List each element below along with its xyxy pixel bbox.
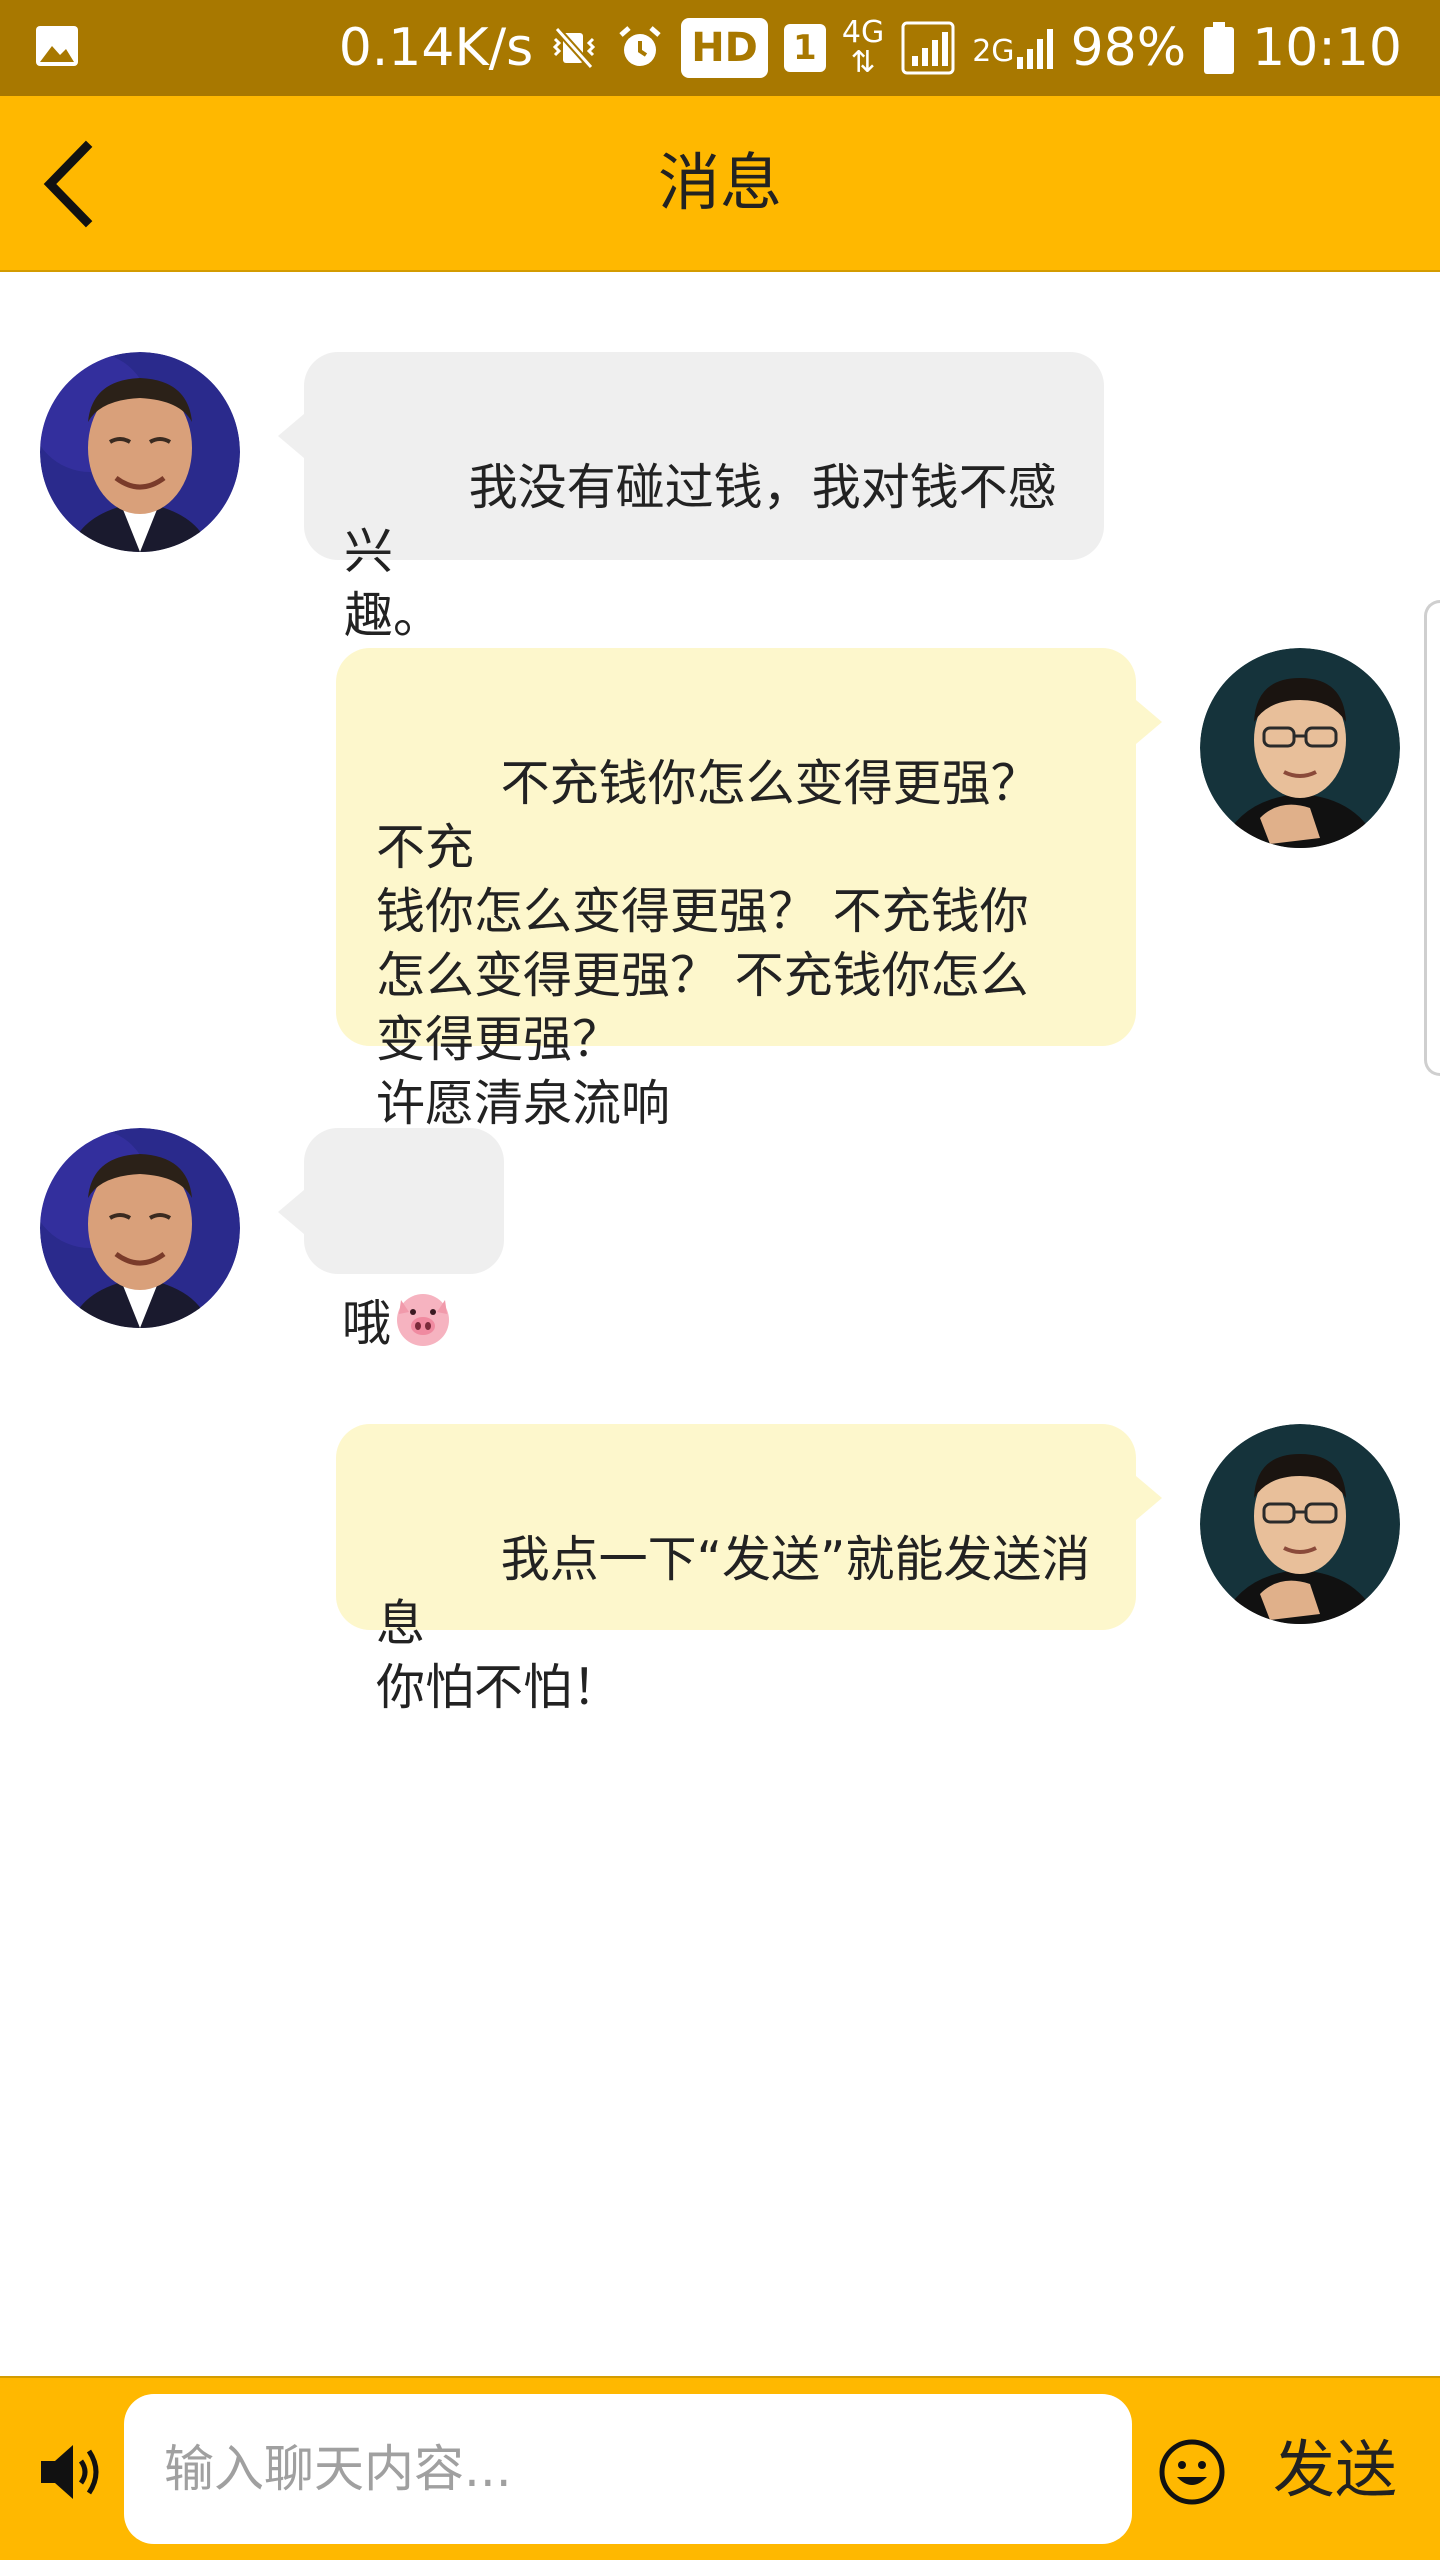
vibrate-off-icon <box>549 23 599 73</box>
scroll-indicator[interactable] <box>1424 600 1440 1076</box>
signal-icon <box>900 20 956 76</box>
message-bubble-outgoing[interactable]: 不充钱你怎么变得更强？ 不充 钱你怎么变得更强？ 不充钱你 怎么变得更强？ 不充… <box>336 648 1162 1132</box>
message-bubble-outgoing[interactable]: 我点一下“发送”就能发送消息 你怕不怕！ <box>336 1424 1162 1716</box>
app-bar: 消息 <box>0 96 1440 272</box>
pig-face-icon <box>397 1294 450 1346</box>
network-speed: 0.14K/s <box>338 18 534 78</box>
message-text: 我没有碰过钱，我对钱不感兴 趣。 <box>344 459 1057 644</box>
message-bubble-incoming[interactable]: 我没有碰过钱，我对钱不感兴 趣。 <box>278 352 1104 644</box>
battery-percent: 98% <box>1070 18 1187 78</box>
message-text: 我点一下“发送”就能发送消息 你怕不怕！ <box>376 1531 1091 1716</box>
emoji-button[interactable] <box>1152 2432 1232 2512</box>
data-4g-indicator: 4G ⇅ <box>842 18 884 78</box>
sim-badge: 1 <box>783 24 826 72</box>
chat-screen: 0.14K/s HD 1 4G ⇅ 2G 98% 10:10 消息 我没有碰过钱… <box>0 0 1440 2560</box>
page-title: 消息 <box>657 146 782 219</box>
self-avatar[interactable] <box>1200 1424 1400 1624</box>
contact-avatar[interactable] <box>40 352 240 552</box>
self-avatar[interactable] <box>1200 648 1400 848</box>
input-bar: 发送 <box>0 2376 1440 2560</box>
status-bar: 0.14K/s HD 1 4G ⇅ 2G 98% 10:10 <box>0 0 1440 96</box>
gallery-icon <box>36 26 78 66</box>
network-4g-label: 4G <box>841 15 885 50</box>
network-2g-label: 2G <box>972 34 1015 69</box>
battery-icon <box>1202 20 1236 76</box>
data-arrows-icon: ⇅ <box>850 45 876 80</box>
alarm-icon <box>615 23 665 73</box>
speaker-icon <box>41 2445 99 2499</box>
message-text: 哦 <box>342 1295 392 1352</box>
voice-button[interactable] <box>30 2432 110 2512</box>
signal-2g-indicator: 2G <box>972 23 1054 73</box>
send-button[interactable]: 发送 <box>1250 2402 1420 2538</box>
smiley-icon <box>1159 2439 1225 2505</box>
contact-avatar[interactable] <box>40 1128 240 1328</box>
message-bubble-incoming[interactable]: 哦 <box>278 1128 504 1352</box>
signal-2g-bars-icon <box>1016 29 1053 69</box>
hd-badge: HD <box>681 18 768 78</box>
clock: 10:10 <box>1252 18 1402 78</box>
message-text: 不充钱你怎么变得更强？ 不充 钱你怎么变得更强？ 不充钱你 怎么变得更强？ 不充… <box>376 755 1040 1132</box>
message-input[interactable] <box>124 2394 1132 2544</box>
status-indicators: 0.14K/s HD 1 4G ⇅ 2G 98% 10:10 <box>339 0 1402 96</box>
